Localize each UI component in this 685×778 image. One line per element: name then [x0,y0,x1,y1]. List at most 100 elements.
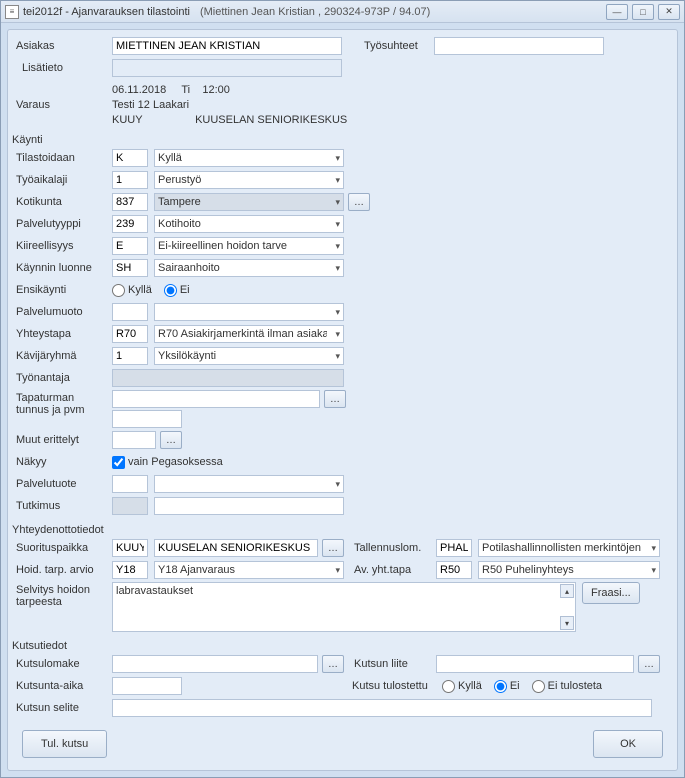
tapaturma-browse-button[interactable]: … [324,390,346,408]
kaynnin-luonne-select[interactable]: Sairaanhoito [154,259,344,277]
kavijaryhma-label: Kävijäryhmä [16,350,112,362]
selvitys-textarea[interactable]: labravastaukset ▴ ▾ [112,582,576,632]
kotikunta-code[interactable] [112,193,148,211]
kutsunta-aika-label: Kutsunta-aika [16,680,112,692]
yhteystapa-select[interactable]: R70 Asiakirjamerkintä ilman asiakaskonta [154,325,344,343]
yhteystapa-code[interactable] [112,325,148,343]
palvelutuote-label: Palvelutuote [16,478,112,490]
suorituspaikka-browse-button[interactable]: … [322,539,344,557]
minimize-button[interactable]: — [606,4,628,20]
tilastoidaan-label: Tilastoidaan [16,152,112,164]
kotikunta-select[interactable]: Tampere [154,193,344,211]
tapaturma-label: Tapaturman tunnus ja pvm [16,390,112,416]
varaus-location: KUUY KUUSELAN SENIORIKESKUS [112,114,669,126]
suorituspaikka-label: Suorituspaikka [16,542,112,554]
varaus-doctor: Testi 12 Laakari [112,99,669,111]
kavijaryhma-code[interactable] [112,347,148,365]
palvelutyyppi-select[interactable]: Kotihoito [154,215,344,233]
tyoaikalaji-select[interactable]: Perustyö [154,171,344,189]
tallennuslom-label: Tallennuslom. [354,542,436,554]
hoid-tarp-code[interactable] [112,561,148,579]
kaynnin-luonne-label: Käynnin luonne [16,262,112,274]
document-icon: ≡ [5,5,19,19]
tyonantaja-field[interactable] [112,369,344,387]
hoid-tarp-select[interactable]: Y18 Ajanvaraus [154,561,344,579]
ensikaynti-no-radio[interactable]: Ei [164,284,190,297]
hoid-tarp-label: Hoid. tarp. arvio [16,564,112,576]
fraasi-button[interactable]: Fraasi... [582,582,640,604]
titlebar: ≡ tei2012f - Ajanvarauksen tilastointi (… [1,1,684,23]
kutsu-tulostettu-label: Kutsu tulostettu [352,680,442,692]
palvelutuote-code[interactable] [112,475,148,493]
tilastoidaan-code[interactable] [112,149,148,167]
varaus-label: Varaus [16,99,112,111]
nakyy-label: Näkyy [16,456,112,468]
kutsun-selite-label: Kutsun selite [16,702,112,714]
kavijaryhma-select[interactable]: Yksilökäynti [154,347,344,365]
tyoaikalaji-label: Työaikalaji [16,174,112,186]
kutsulomake-label: Kutsulomake [16,658,112,670]
tapaturma-pvm-field[interactable] [112,410,182,428]
palvelumuoto-label: Palvelumuoto [16,306,112,318]
tyoaikalaji-code[interactable] [112,171,148,189]
palvelutuote-select[interactable] [154,475,344,493]
tulostettu-yes-radio[interactable]: Kyllä [442,680,482,693]
asiakas-field[interactable] [112,37,342,55]
muut-erittelyt-label: Muut erittelyt [16,434,112,446]
lisatieto-label: Lisätieto [16,62,112,74]
kutsunta-aika-field[interactable] [112,677,182,695]
scroll-down-icon[interactable]: ▾ [560,616,574,630]
varaus-datetime: 06.11.2018 Ti 12:00 [112,84,669,96]
ok-button[interactable]: OK [593,730,663,758]
tul-kutsu-button[interactable]: Tul. kutsu [22,730,107,758]
tyosuhteet-label: Työsuhteet [364,40,434,52]
palvelutyyppi-label: Palvelutyyppi [16,218,112,230]
selvitys-label: Selvitys hoidon tarpeesta [16,582,112,608]
kaynnin-luonne-code[interactable] [112,259,148,277]
av-yht-tapa-select[interactable]: R50 Puhelinyhteys [478,561,660,579]
kaynti-section-header: Käynti [12,134,669,146]
window-subtitle: (Miettinen Jean Kristian , 290324-973P /… [200,6,430,18]
close-button[interactable]: ✕ [658,4,680,20]
tulostettu-no-radio[interactable]: Ei [494,680,520,693]
kutsu-section-header: Kutsutiedot [12,640,669,652]
kutsun-liite-label: Kutsun liite [354,658,436,670]
tulostettu-noprint-radio[interactable]: Ei tulosteta [532,680,602,693]
kutsulomake-browse-button[interactable]: … [322,655,344,673]
kotikunta-browse-button[interactable]: … [348,193,370,211]
kiireellisyys-label: Kiireellisyys [16,240,112,252]
nakyy-checkbox[interactable]: vain Pegasoksessa [112,456,223,469]
kutsun-liite-browse-button[interactable]: … [638,655,660,673]
maximize-button[interactable]: □ [632,4,654,20]
av-yht-tapa-label: Av. yht.tapa [354,564,436,576]
tutkimus-code[interactable] [112,497,148,515]
kiireellisyys-select[interactable]: Ei-kiireellinen hoidon tarve [154,237,344,255]
palvelumuoto-code[interactable] [112,303,148,321]
kutsun-selite-field[interactable] [112,699,652,717]
tallennuslom-select[interactable]: Potilashallinnollisten merkintöjen näky [478,539,660,557]
palvelutyyppi-code[interactable] [112,215,148,233]
kutsun-liite-field[interactable] [436,655,634,673]
tallennuslom-code[interactable] [436,539,472,557]
suorituspaikka-code[interactable] [112,539,148,557]
kutsulomake-field[interactable] [112,655,318,673]
muut-erittelyt-field[interactable] [112,431,156,449]
tapaturma-tunnus-field[interactable] [112,390,320,408]
palvelumuoto-select[interactable] [154,303,344,321]
tilastoidaan-select[interactable]: Kyllä [154,149,344,167]
kiireellisyys-code[interactable] [112,237,148,255]
yhteystapa-label: Yhteystapa [16,328,112,340]
tyonantaja-label: Työnantaja [16,372,112,384]
lisatieto-field[interactable] [112,59,342,77]
muut-erittelyt-browse-button[interactable]: … [160,431,182,449]
suorituspaikka-text[interactable] [154,539,318,557]
kotikunta-label: Kotikunta [16,196,112,208]
ensikaynti-label: Ensikäynti [16,284,112,296]
window-title: tei2012f - Ajanvarauksen tilastointi [23,6,190,18]
av-yht-tapa-code[interactable] [436,561,472,579]
scroll-up-icon[interactable]: ▴ [560,584,574,598]
tyosuhteet-field[interactable] [434,37,604,55]
ensikaynti-yes-radio[interactable]: Kyllä [112,284,152,297]
tutkimus-field[interactable] [154,497,344,515]
asiakas-label: Asiakas [16,40,112,52]
